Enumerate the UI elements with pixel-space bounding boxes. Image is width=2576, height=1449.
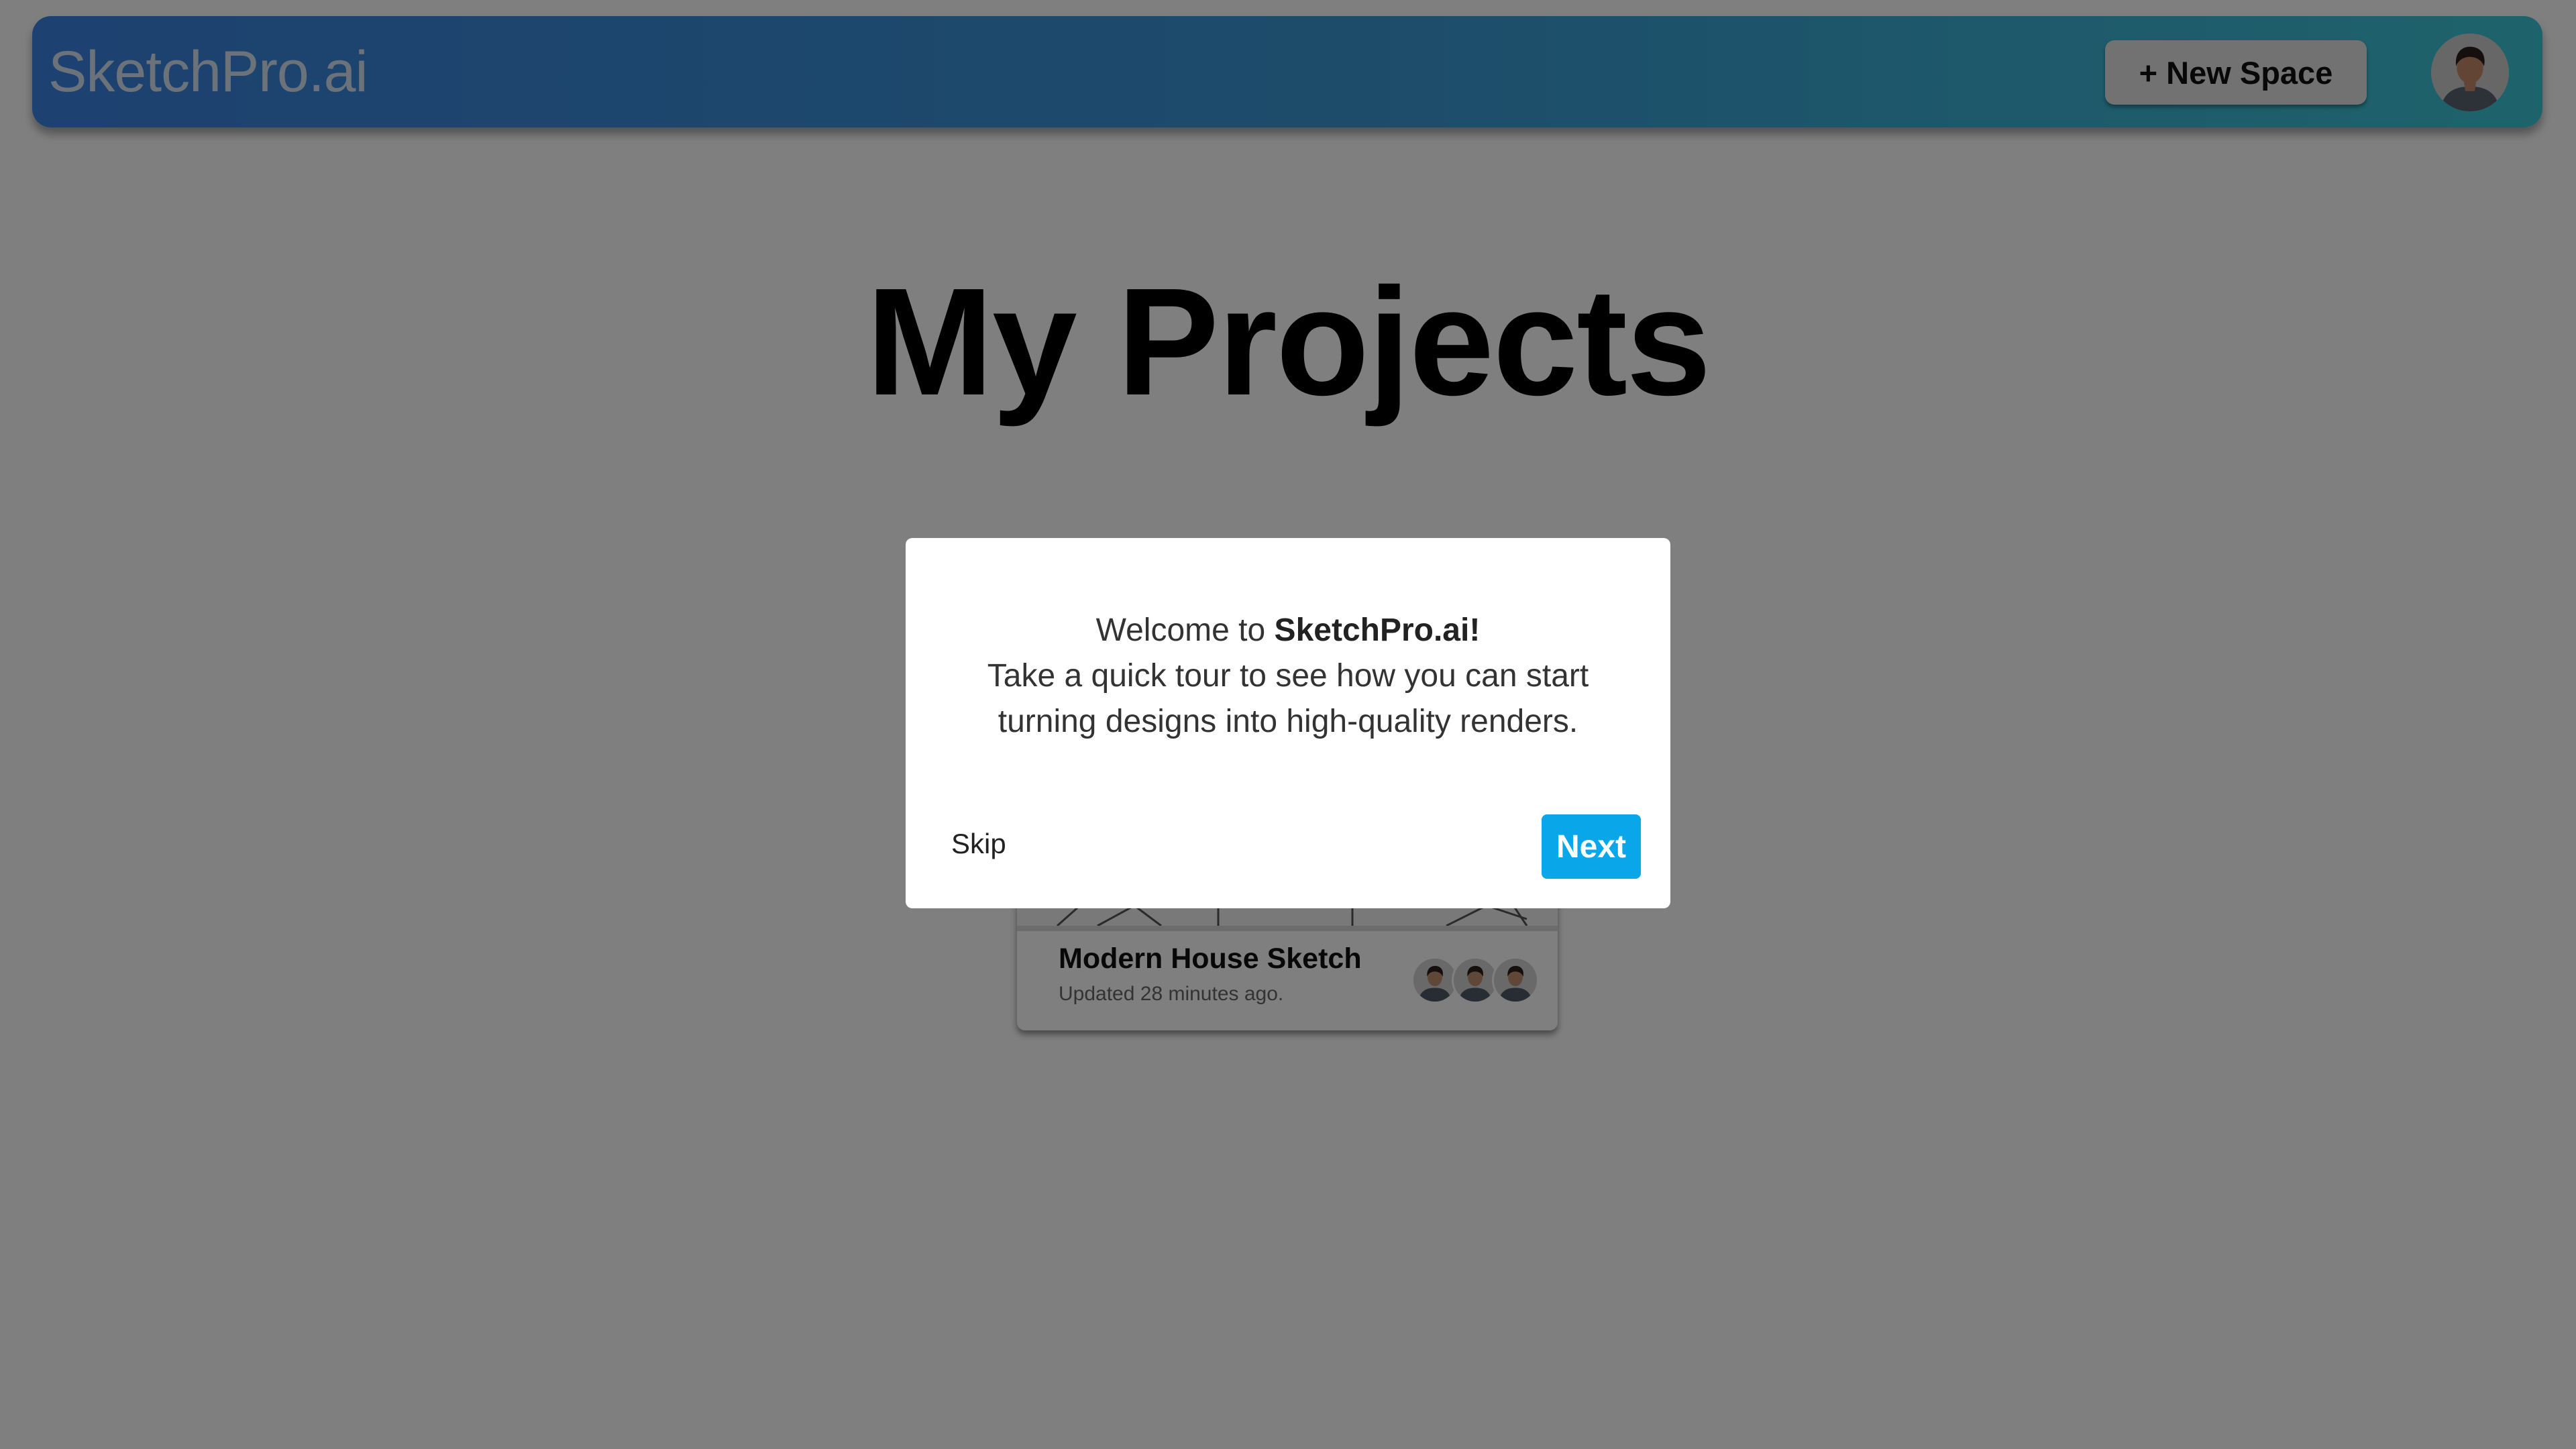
- welcome-heading: Welcome to SketchPro.ai!: [906, 608, 1670, 653]
- welcome-prefix: Welcome to: [1095, 612, 1275, 648]
- next-button[interactable]: Next: [1542, 814, 1641, 879]
- welcome-modal: Welcome to SketchPro.ai! Take a quick to…: [906, 538, 1670, 908]
- welcome-brand: SketchPro.ai!: [1274, 612, 1481, 648]
- welcome-line-2: Take a quick tour to see how you can sta…: [987, 658, 1589, 694]
- welcome-line-3: turning designs into high-quality render…: [998, 704, 1578, 739]
- skip-button[interactable]: Skip: [951, 828, 1006, 860]
- welcome-message: Welcome to SketchPro.ai! Take a quick to…: [906, 608, 1670, 745]
